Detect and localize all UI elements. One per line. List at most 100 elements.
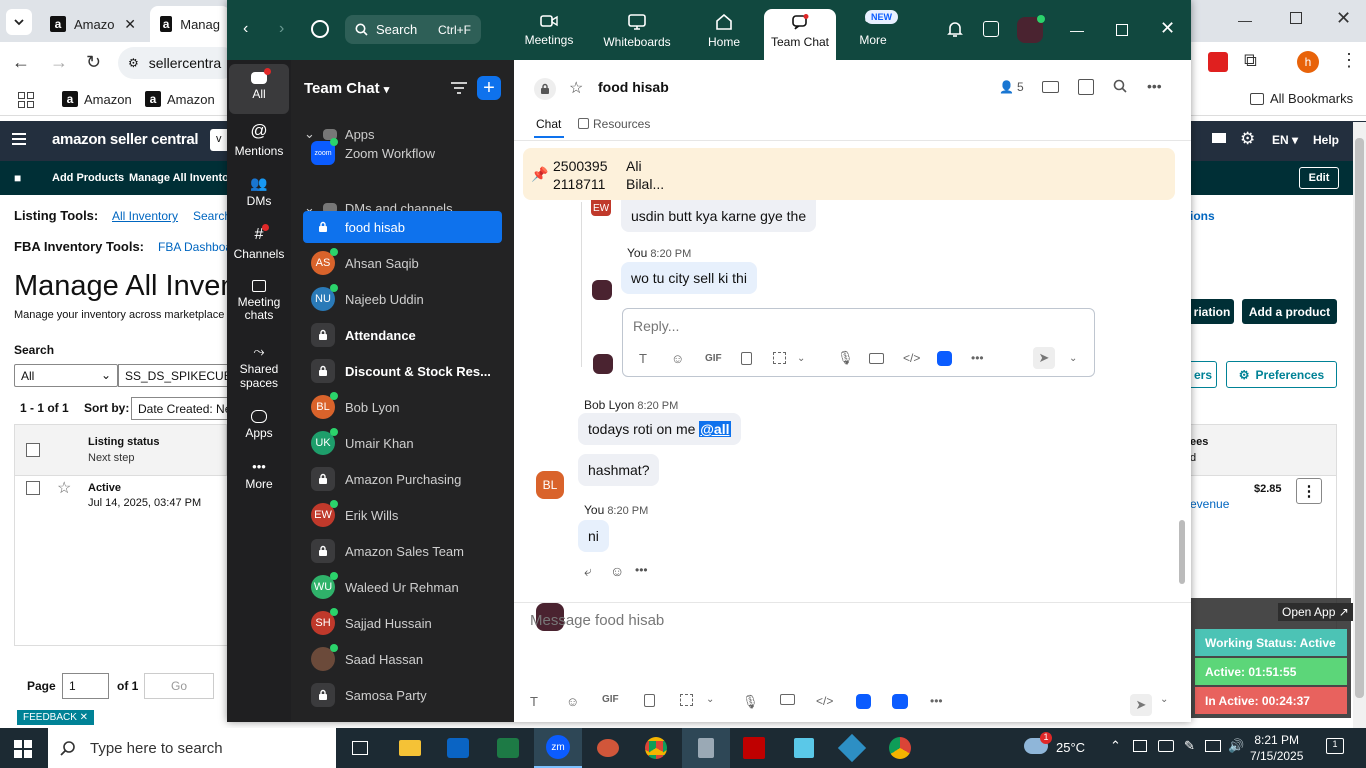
language-selector[interactable]: EN ▾ [1272, 133, 1298, 147]
message-input[interactable]: Message food hisab [530, 612, 664, 629]
pdf-extension-icon[interactable] [1208, 52, 1228, 72]
amazon-logo[interactable]: amazon seller central [52, 131, 199, 148]
battery-icon[interactable] [1158, 740, 1174, 752]
rail-dms[interactable]: 👥 DMs [229, 175, 289, 209]
members-button[interactable]: 👤 5 [999, 80, 1024, 94]
new-chat-button[interactable]: + [477, 76, 501, 100]
browser-tab-manage[interactable]: a Manag [150, 6, 230, 42]
rail-all[interactable]: All [229, 68, 289, 101]
weather-icon[interactable]: 1 [1024, 732, 1052, 754]
chrome-icon[interactable] [632, 728, 680, 768]
avatar[interactable]: BL [536, 471, 564, 499]
restore-icon[interactable] [1290, 12, 1302, 24]
create-variation-button[interactable]: riation [1190, 299, 1234, 324]
close-icon[interactable]: ✕ [124, 16, 136, 33]
all-bookmarks[interactable]: All Bookmarks [1250, 91, 1353, 106]
chrome-icon[interactable] [876, 728, 924, 768]
select-all-checkbox[interactable] [26, 443, 40, 457]
revenue-link[interactable]: evenue [1190, 497, 1229, 511]
pen-icon[interactable]: ✎ [1184, 738, 1195, 754]
chat-scrollbar[interactable] [1179, 520, 1185, 584]
more-actions-icon[interactable]: ••• [635, 563, 648, 577]
pinned-message[interactable]: 📌 2500395 2118711 Ali Bilal... [523, 148, 1175, 200]
task-view-icon[interactable] [336, 728, 384, 768]
help-link[interactable]: Help [1313, 133, 1339, 147]
bell-icon[interactable] [947, 20, 963, 38]
network-icon[interactable] [1205, 740, 1221, 752]
row-checkbox[interactable] [26, 481, 40, 495]
snipping-tool-icon[interactable] [584, 728, 632, 768]
close-icon[interactable]: ✕ [1160, 18, 1175, 39]
zoom-notes-icon[interactable] [892, 694, 908, 709]
page-scrollbar[interactable] [1353, 122, 1366, 728]
video-message-icon[interactable] [780, 694, 795, 705]
reply-thread-icon[interactable]: ⤶ [584, 563, 592, 580]
sidebar-item-umair-khan[interactable]: UK Umair Khan [303, 427, 502, 459]
text-format-icon[interactable]: T [530, 694, 538, 709]
bookmark-icon[interactable]: ■ [14, 171, 21, 185]
weather-temp[interactable]: 25°C [1056, 740, 1085, 755]
search-link[interactable]: Search [193, 209, 231, 223]
outlook-icon[interactable] [434, 728, 482, 768]
excel-icon[interactable] [484, 728, 532, 768]
star-icon[interactable]: ☆ [57, 478, 71, 498]
search-icon[interactable] [1113, 79, 1127, 93]
filezilla-icon[interactable] [730, 728, 778, 768]
open-app-button[interactable]: Open App ↗ [1278, 603, 1353, 621]
column-listing-status[interactable]: Listing status [88, 436, 160, 448]
file-explorer-icon[interactable] [386, 728, 434, 768]
site-info-icon[interactable]: ⚙ [128, 56, 139, 70]
go-button[interactable]: Go [144, 673, 214, 699]
sidebar-item-sajjad-hussain[interactable]: SH Sajjad Hussain [303, 607, 502, 639]
reply-input[interactable]: Reply... [633, 318, 679, 334]
back-icon[interactable]: ‹ [243, 20, 248, 38]
chat-title[interactable]: food hisab [598, 79, 669, 95]
rail-meeting-chats[interactable]: Meeting chats [229, 280, 289, 322]
mention-all[interactable]: @all [699, 421, 731, 437]
profile-avatar[interactable]: h [1297, 51, 1319, 73]
reply-box[interactable]: Reply... T ☺ GIF ⌄ 🎙 </> ••• ➤ ⌄ [622, 308, 1095, 377]
file-icon[interactable] [644, 694, 655, 707]
notepad-icon[interactable] [780, 728, 828, 768]
extensions-icon[interactable]: ⧉ [1244, 50, 1257, 71]
chevron-down-icon[interactable]: ⌄ [1160, 694, 1168, 705]
sidebar-item-amazon-sales-team[interactable]: Amazon Sales Team [303, 535, 502, 567]
address-bar[interactable]: ⚙ sellercentra [118, 47, 238, 79]
bookmark-amazon-1[interactable]: a Amazon [62, 91, 132, 107]
mail-icon[interactable] [1212, 133, 1226, 143]
text-format-icon[interactable]: T [639, 351, 647, 366]
sidebar-item-discount-stock-res[interactable]: Discount & Stock Res... [303, 355, 502, 387]
more-icon[interactable]: ••• [971, 351, 984, 365]
chevron-down-icon[interactable]: ⌄ [1069, 353, 1077, 364]
browser-tab-amazon[interactable]: a Amazo ✕ [40, 6, 146, 42]
chevron-down-icon[interactable]: ⌄ [797, 353, 805, 364]
chevron-down-icon[interactable]: ⌄ [706, 694, 714, 705]
add-products-link[interactable]: Add Products [52, 172, 124, 184]
more-icon[interactable]: ••• [930, 694, 943, 708]
hamburger-icon[interactable] [12, 133, 26, 145]
microphone-icon[interactable]: 🎙 [742, 694, 759, 710]
bookmark-amazon-2[interactable]: a Amazon [145, 91, 215, 107]
row-actions-button[interactable]: ⋮ [1296, 478, 1322, 504]
avatar[interactable] [593, 354, 613, 374]
all-inventory-link[interactable]: All Inventory [112, 209, 178, 223]
send-icon[interactable]: ➤ [1033, 347, 1055, 369]
avatar[interactable] [592, 280, 612, 300]
minimize-icon[interactable]: — [1070, 22, 1084, 38]
windows-start-icon[interactable] [14, 740, 32, 758]
avatar[interactable] [1017, 15, 1045, 43]
video-message-icon[interactable] [869, 352, 884, 364]
forward-icon[interactable]: → [50, 52, 68, 73]
file-icon[interactable] [741, 351, 752, 365]
nav-whiteboards[interactable]: Whiteboards [597, 14, 677, 60]
microphone-icon[interactable]: 🎙 [837, 350, 854, 366]
star-icon[interactable]: ☆ [569, 78, 583, 98]
tab-chat[interactable]: Chat [536, 117, 561, 131]
history-icon[interactable] [311, 20, 329, 38]
rail-channels[interactable]: # Channels [229, 224, 289, 261]
calculator-icon[interactable] [682, 728, 730, 768]
manage-inventory-link[interactable]: Manage All Inventory [129, 172, 239, 184]
forward-icon[interactable]: › [279, 20, 284, 38]
rail-shared-spaces[interactable]: ⤳ Shared spaces [229, 343, 289, 390]
sidebar-item-saad-hassan[interactable]: Saad Hassan [303, 643, 502, 675]
